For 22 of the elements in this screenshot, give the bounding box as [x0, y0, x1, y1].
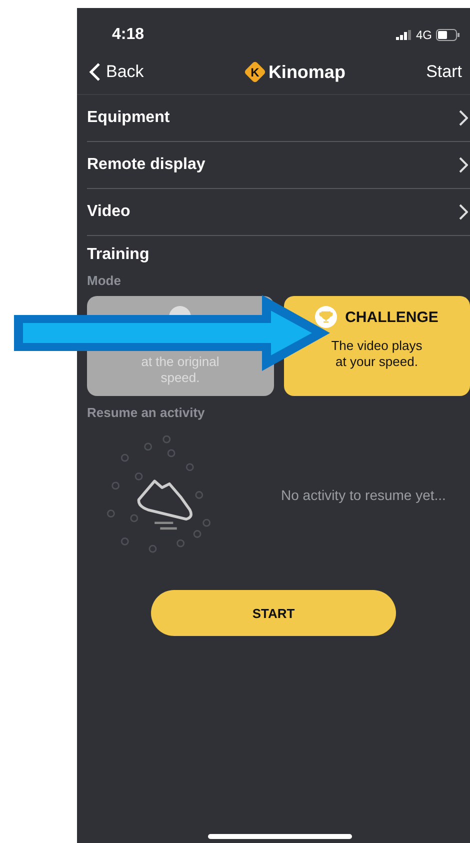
menu-item[interactable]: Equipment — [87, 95, 470, 142]
menu-item[interactable]: Remote display — [87, 142, 470, 189]
start-link[interactable]: Start — [426, 62, 462, 82]
chevron-right-icon — [458, 203, 468, 221]
resume-title: Resume an activity — [87, 405, 206, 420]
mode-label: Mode — [87, 273, 122, 288]
status-time: 4:18 — [112, 26, 144, 44]
chevron-right-icon — [458, 109, 468, 127]
signal-icon — [396, 30, 412, 40]
chevron-left-icon — [89, 62, 101, 82]
trophy-icon — [315, 306, 338, 328]
section-title: Training — [87, 246, 150, 264]
battery-icon — [436, 29, 460, 41]
mode-card[interactable]: CHALLENGE The video plays at your speed. — [284, 296, 470, 396]
network-label: 4G — [416, 28, 432, 42]
chevron-right-icon — [458, 156, 468, 174]
menu-item[interactable]: Video — [87, 189, 470, 236]
empty-message: No activity to resume yet... — [281, 487, 446, 503]
start-button[interactable]: START — [151, 590, 396, 636]
back-button[interactable]: Back — [89, 62, 144, 82]
brand-name: Kinomap — [268, 62, 346, 82]
logo-icon: K — [244, 61, 266, 83]
